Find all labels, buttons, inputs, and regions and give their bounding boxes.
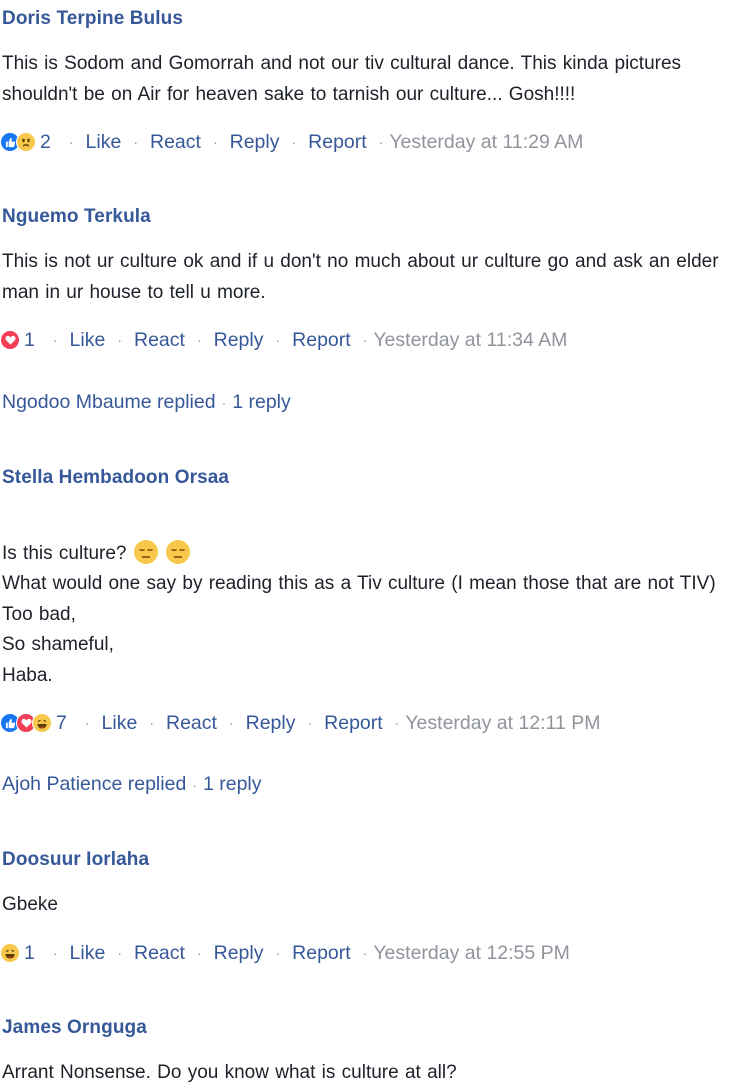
like-link[interactable]: Like bbox=[86, 131, 122, 154]
replies-count[interactable]: 1 reply bbox=[203, 773, 262, 795]
reply-link[interactable]: Reply bbox=[214, 329, 264, 352]
view-replies-link[interactable]: Ajoh Patience replied · 1 reply bbox=[2, 773, 262, 796]
separator: · bbox=[133, 134, 138, 150]
separator: · bbox=[291, 134, 297, 150]
separator: · bbox=[275, 945, 281, 961]
comment-text: This is Sodom and Gomorrah and not our t… bbox=[2, 53, 682, 105]
comment: Doosuur Iorlaha Gbeke bbox=[2, 849, 725, 920]
report-link[interactable]: Report bbox=[292, 942, 351, 965]
react-link[interactable]: React bbox=[150, 131, 201, 154]
reaction-summary[interactable]: 1 bbox=[0, 942, 35, 965]
separator: · bbox=[52, 945, 58, 961]
reaction-count: 2 bbox=[40, 130, 51, 153]
love-reaction-icon bbox=[0, 330, 20, 350]
comment-author[interactable]: Doris Terpine Bulus bbox=[2, 8, 725, 30]
reaction-summary[interactable]: 1 bbox=[0, 329, 35, 352]
separator: · bbox=[378, 134, 384, 150]
separator: · bbox=[84, 715, 90, 731]
separator: · bbox=[117, 332, 122, 348]
separator: · bbox=[275, 332, 281, 348]
comment-text-line: Is this culture? bbox=[2, 509, 725, 569]
reply-link[interactable]: Reply bbox=[246, 712, 296, 735]
separator: · bbox=[228, 715, 234, 731]
like-link[interactable]: Like bbox=[102, 712, 138, 735]
separator: · bbox=[149, 715, 154, 731]
relieved-face-emoji-icon bbox=[133, 539, 159, 565]
separator: · bbox=[221, 395, 227, 411]
comment-author[interactable]: Nguemo Terkula bbox=[2, 206, 725, 228]
separator: · bbox=[394, 715, 400, 731]
comment-timestamp[interactable]: Yesterday at 12:55 PM bbox=[373, 942, 570, 965]
view-replies-link[interactable]: Ngodoo Mbaume replied · 1 reply bbox=[2, 391, 291, 414]
comment-text: Gbeke bbox=[2, 894, 58, 915]
reaction-summary[interactable]: 2 bbox=[0, 131, 51, 154]
separator: · bbox=[192, 777, 197, 793]
like-link[interactable]: Like bbox=[70, 329, 106, 352]
comment-author[interactable]: James Ornguga bbox=[2, 1017, 725, 1039]
report-link[interactable]: Report bbox=[292, 329, 351, 352]
react-link[interactable]: React bbox=[166, 712, 217, 735]
relieved-face-emoji-icon bbox=[165, 539, 191, 565]
reply-link[interactable]: Reply bbox=[214, 942, 264, 965]
separator: · bbox=[362, 332, 368, 348]
comment-text-first-line: Is this culture? bbox=[2, 543, 127, 564]
comment-timestamp[interactable]: Yesterday at 11:34 AM bbox=[373, 329, 567, 352]
separator: · bbox=[212, 134, 218, 150]
comment-text: What would one say by reading this as a … bbox=[2, 573, 716, 686]
react-link[interactable]: React bbox=[134, 329, 185, 352]
reaction-count: 1 bbox=[24, 328, 35, 351]
comment: Doris Terpine Bulus This is Sodom and Go… bbox=[2, 8, 725, 110]
replies-author[interactable]: Ajoh Patience replied bbox=[2, 773, 186, 795]
reaction-count: 7 bbox=[56, 711, 67, 734]
separator: · bbox=[307, 715, 313, 731]
report-link[interactable]: Report bbox=[308, 131, 367, 154]
separator: · bbox=[117, 945, 122, 961]
separator: · bbox=[196, 332, 202, 348]
replies-count[interactable]: 1 reply bbox=[232, 391, 291, 413]
like-link[interactable]: Like bbox=[70, 942, 106, 965]
sad-reaction-icon bbox=[16, 132, 36, 152]
comment-actions: 1 · Like · React · Reply · Report · Yest… bbox=[0, 326, 567, 354]
react-link[interactable]: React bbox=[134, 942, 185, 965]
comment: James Ornguga Arrant Nonsense. Do you kn… bbox=[2, 1017, 725, 1088]
separator: · bbox=[52, 332, 58, 348]
comment: Stella Hembadoon Orsaa Is this culture? … bbox=[2, 467, 725, 691]
replies-author[interactable]: Ngodoo Mbaume replied bbox=[2, 391, 216, 413]
comment-actions: 1 · Like · React · Reply · Report · Yest… bbox=[0, 939, 570, 967]
comment-timestamp[interactable]: Yesterday at 11:29 AM bbox=[389, 131, 583, 154]
separator: · bbox=[68, 134, 74, 150]
reaction-summary[interactable]: 7 bbox=[0, 712, 67, 735]
reply-link[interactable]: Reply bbox=[230, 131, 280, 154]
haha-reaction-icon bbox=[0, 943, 20, 963]
separator: · bbox=[362, 945, 368, 961]
reaction-count: 1 bbox=[24, 941, 35, 964]
comment: Nguemo Terkula This is not ur culture ok… bbox=[2, 206, 725, 308]
haha-reaction-icon bbox=[32, 713, 52, 733]
report-link[interactable]: Report bbox=[324, 712, 383, 735]
comment-author[interactable]: Stella Hembadoon Orsaa bbox=[2, 467, 725, 489]
comment-text: This is not ur culture ok and if u don't… bbox=[2, 251, 719, 303]
comment-text: Arrant Nonsense. Do you know what is cul… bbox=[2, 1062, 457, 1083]
comment-actions: 2 · Like · React · Reply · Report · Yest… bbox=[0, 128, 583, 156]
comment-timestamp[interactable]: Yesterday at 12:11 PM bbox=[405, 712, 600, 735]
separator: · bbox=[196, 945, 202, 961]
comment-author[interactable]: Doosuur Iorlaha bbox=[2, 849, 725, 871]
comment-actions: 7 · Like · React · Reply · Report · Yest… bbox=[0, 709, 600, 737]
